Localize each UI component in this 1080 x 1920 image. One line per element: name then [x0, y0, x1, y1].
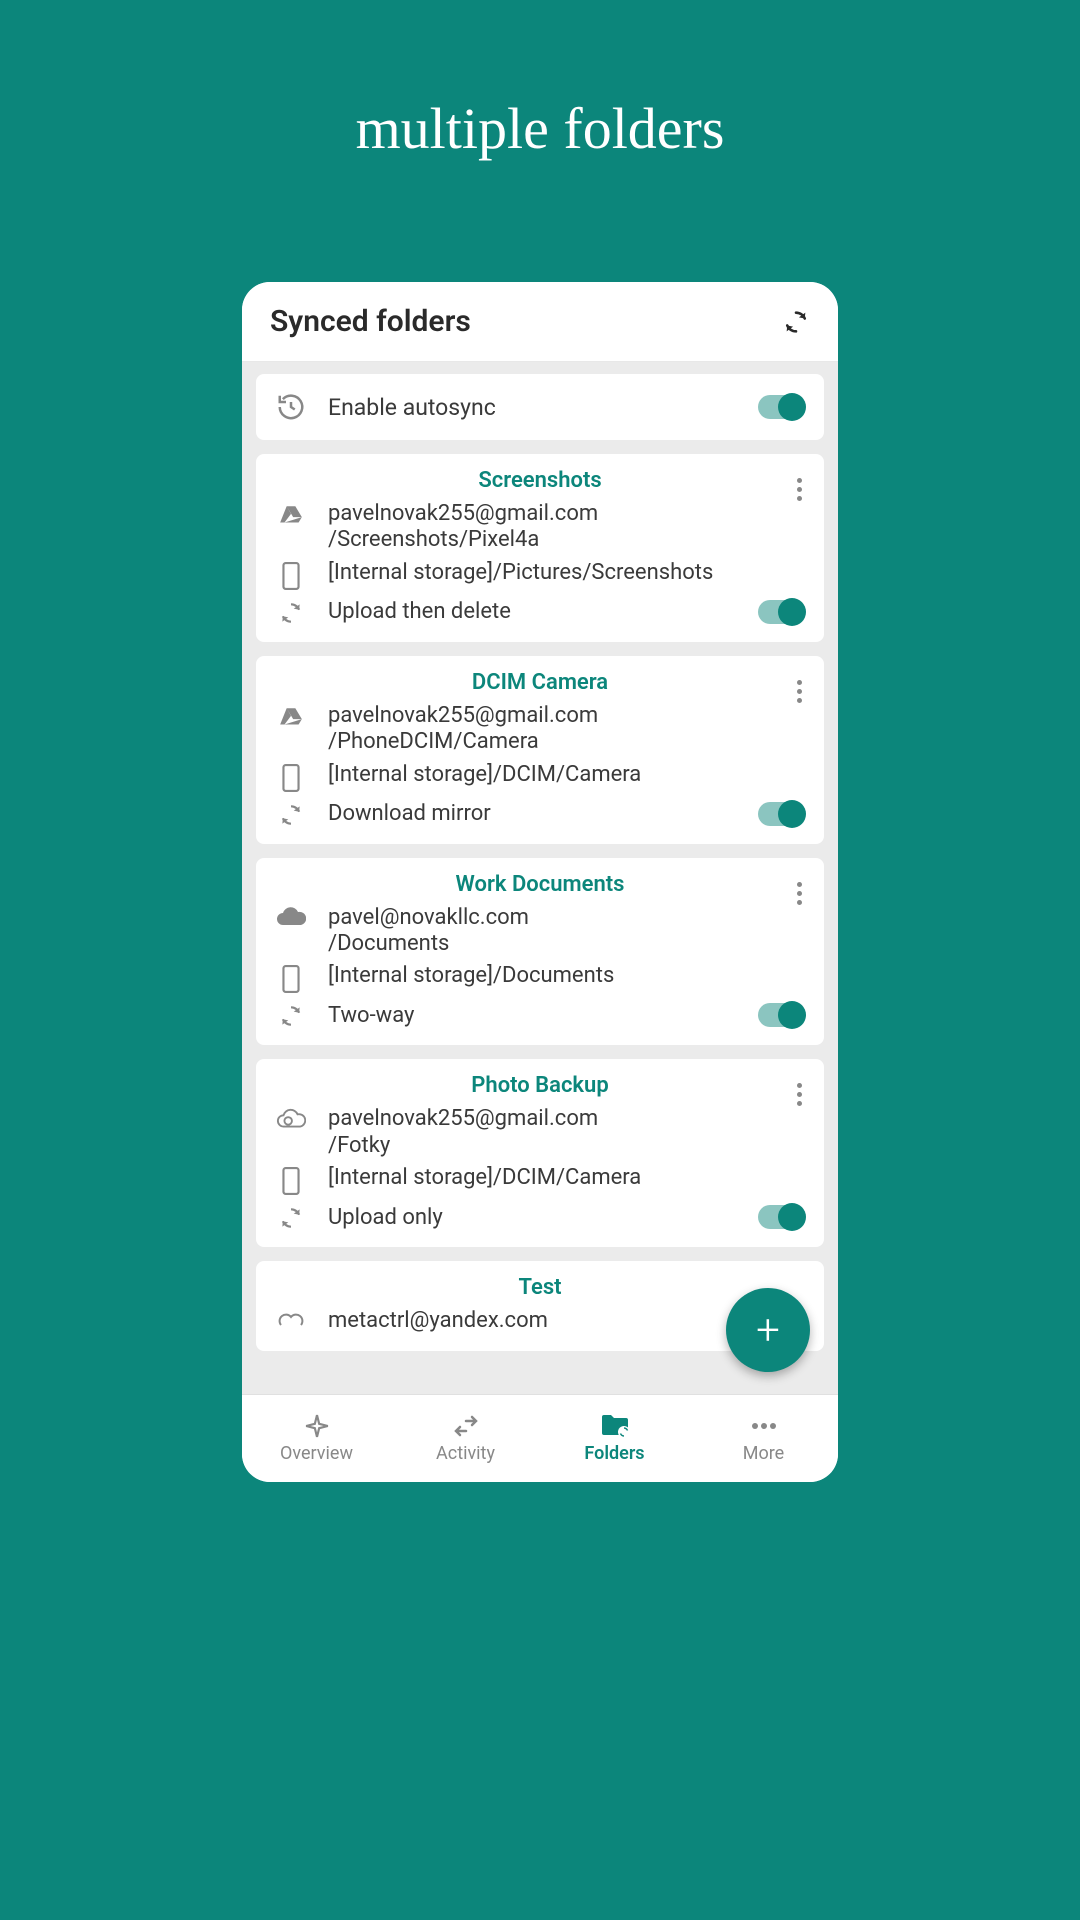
hero-title: multiple folders	[356, 95, 725, 162]
sync-mode-icon	[276, 802, 306, 828]
yandex-icon	[276, 1310, 306, 1330]
onedrive-icon	[276, 907, 306, 927]
folder-title: Test	[276, 1275, 804, 1300]
phone-icon	[276, 562, 306, 590]
plus-icon: +	[756, 1306, 780, 1355]
arrows-icon	[452, 1413, 480, 1439]
cloud-path: pavel@novakllc.com/Documents	[328, 905, 529, 958]
phone-icon	[276, 965, 306, 993]
gdrive-icon	[276, 503, 306, 529]
add-folder-fab[interactable]: +	[726, 1288, 810, 1372]
folder-toggle[interactable]	[758, 600, 804, 624]
nav-label: Overview	[280, 1443, 353, 1464]
device-frame: Synced folders Enable autosync	[242, 282, 838, 1482]
nav-label: Activity	[436, 1443, 495, 1464]
sync-icon[interactable]	[782, 308, 810, 336]
content-area[interactable]: Enable autosync Screenshots pavelnovak25…	[242, 362, 838, 1394]
sync-mode-label: Download mirror	[328, 801, 736, 826]
app-bar: Synced folders	[242, 282, 838, 362]
more-menu-icon[interactable]	[791, 876, 808, 911]
folder-title: Photo Backup	[276, 1073, 804, 1098]
nav-folders[interactable]: Folders	[540, 1395, 689, 1482]
app-bar-title: Synced folders	[270, 304, 471, 339]
local-path: [Internal storage]/DCIM/Camera	[328, 1165, 641, 1191]
nav-label: More	[743, 1443, 784, 1464]
more-menu-icon[interactable]	[791, 674, 808, 709]
folder-title: Screenshots	[276, 468, 804, 493]
sync-mode-label: Upload then delete	[328, 599, 736, 624]
cloud-path: pavelnovak255@gmail.com/Fotky	[328, 1106, 598, 1159]
autosync-card: Enable autosync	[256, 374, 824, 440]
cloud-path: pavelnovak255@gmail.com/Screenshots/Pixe…	[328, 501, 598, 554]
sparkle-icon	[304, 1413, 330, 1439]
dots-icon	[751, 1413, 777, 1439]
phone-icon	[276, 1167, 306, 1195]
folder-toggle[interactable]	[758, 1003, 804, 1027]
more-menu-icon[interactable]	[791, 1077, 808, 1112]
sync-mode-icon	[276, 1003, 306, 1029]
local-path: [Internal storage]/Documents	[328, 963, 614, 989]
nav-activity[interactable]: Activity	[391, 1395, 540, 1482]
sync-mode-icon	[276, 1205, 306, 1231]
bottom-nav: Overview Activity Folders More	[242, 1394, 838, 1482]
folder-title: DCIM Camera	[276, 670, 804, 695]
sync-mode-label: Upload only	[328, 1205, 736, 1230]
local-path: [Internal storage]/DCIM/Camera	[328, 762, 641, 788]
cloud-path: pavelnovak255@gmail.com/PhoneDCIM/Camera	[328, 703, 598, 756]
folder-card[interactable]: Work Documents pavel@novakllc.com/Docume…	[256, 858, 824, 1046]
folder-card[interactable]: Photo Backup pavelnovak255@gmail.com/Fot…	[256, 1059, 824, 1247]
autosync-toggle[interactable]	[758, 395, 804, 419]
nav-overview[interactable]: Overview	[242, 1395, 391, 1482]
folder-sync-icon	[600, 1413, 630, 1439]
pcloud-icon	[276, 1108, 306, 1130]
nav-label: Folders	[584, 1443, 644, 1464]
more-menu-icon[interactable]	[791, 472, 808, 507]
gdrive-icon	[276, 705, 306, 731]
sync-mode-icon	[276, 600, 306, 626]
sync-mode-label: Two-way	[328, 1003, 736, 1028]
cloud-path: metactrl@yandex.com	[328, 1308, 548, 1334]
folder-title: Work Documents	[276, 872, 804, 897]
history-icon	[276, 392, 306, 422]
folder-toggle[interactable]	[758, 1205, 804, 1229]
folder-toggle[interactable]	[758, 802, 804, 826]
autosync-label: Enable autosync	[328, 394, 736, 421]
local-path: [Internal storage]/Pictures/Screenshots	[328, 560, 713, 586]
folder-card[interactable]: DCIM Camera pavelnovak255@gmail.com/Phon…	[256, 656, 824, 844]
folder-card[interactable]: Screenshots pavelnovak255@gmail.com/Scre…	[256, 454, 824, 642]
phone-icon	[276, 764, 306, 792]
nav-more[interactable]: More	[689, 1395, 838, 1482]
